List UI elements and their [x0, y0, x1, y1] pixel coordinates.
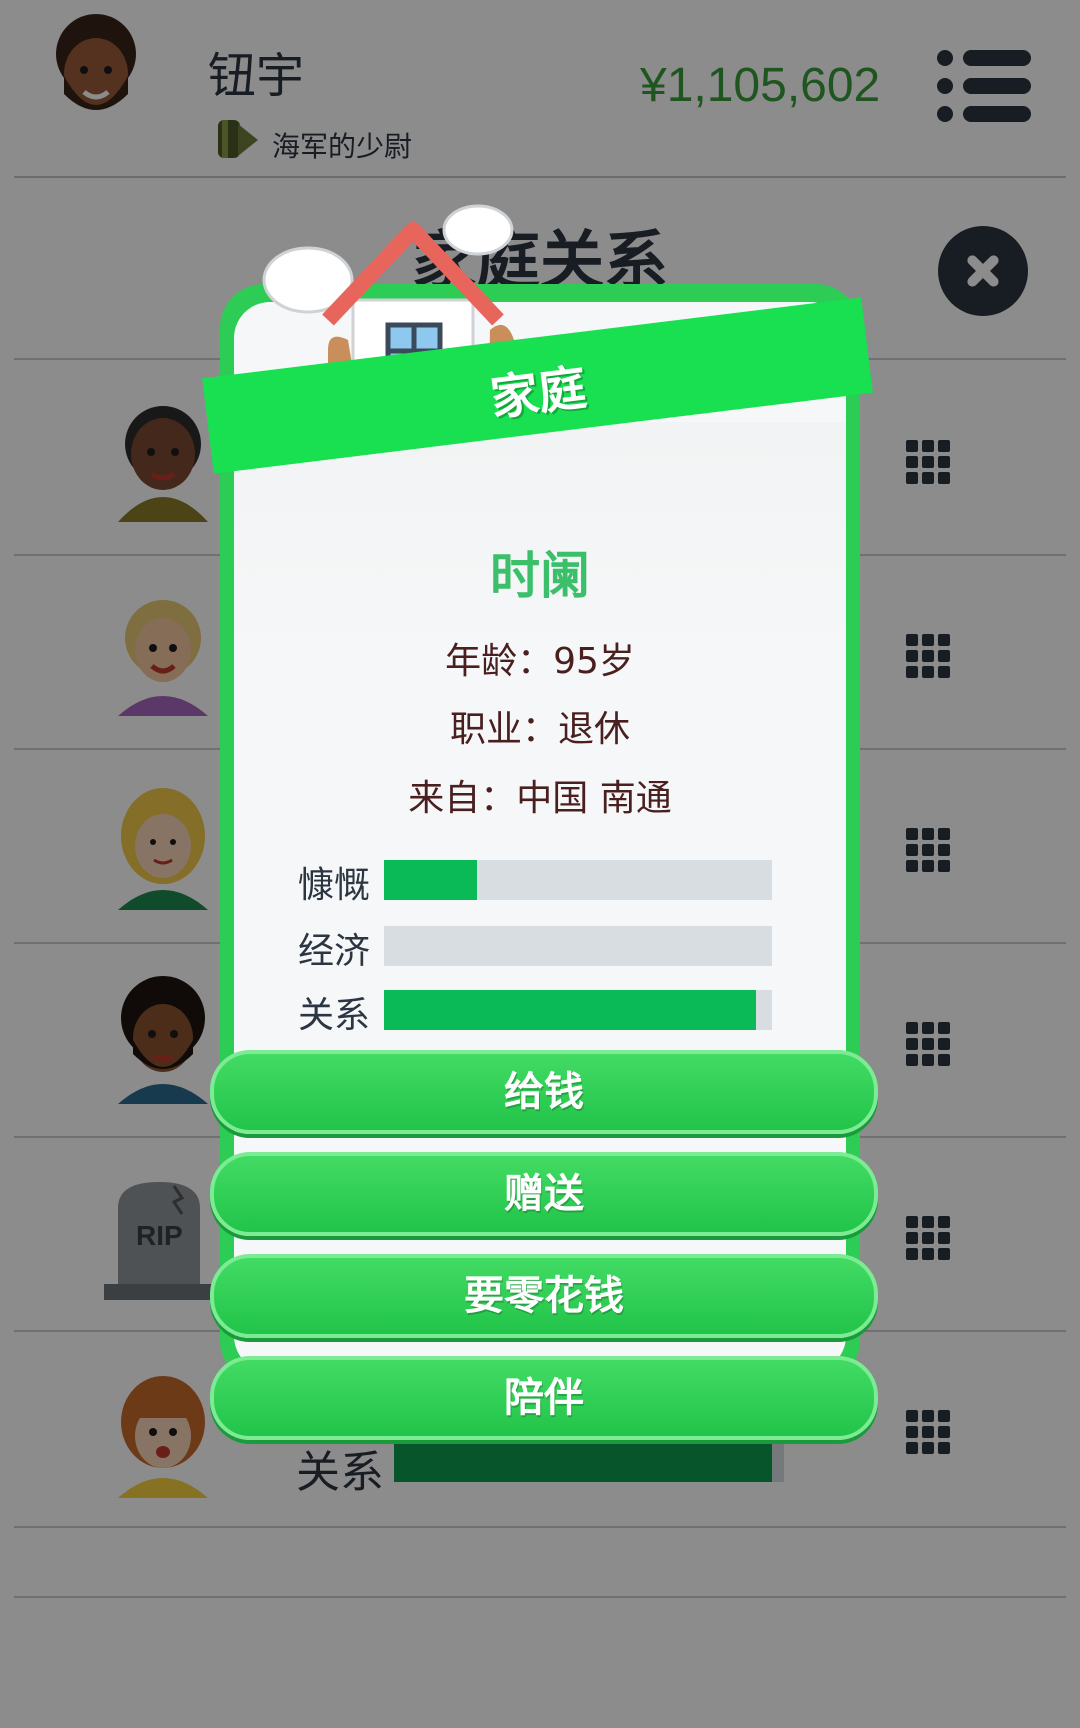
stat-bar-generosity [384, 860, 772, 900]
person-name: 时阑 [490, 547, 590, 605]
stat-label-generosity: 慷慨 [298, 865, 371, 906]
stat-label-finance: 经济 [298, 931, 371, 972]
accompany-button[interactable]: 陪伴 [210, 1356, 878, 1440]
stat-label-relationship: 关系 [298, 995, 371, 1036]
stat-fill-generosity [384, 860, 478, 900]
person-job: 职业：退休 [449, 709, 630, 750]
stat-fill-relationship [384, 990, 757, 1030]
give-money-button[interactable]: 给钱 [210, 1050, 878, 1134]
stat-bar-finance [384, 926, 772, 966]
person-age: 年龄：95岁 [445, 641, 635, 682]
stat-bar-relationship [384, 990, 772, 1030]
person-origin: 来自：中国 南通 [408, 778, 672, 819]
gift-button[interactable]: 赠送 [210, 1152, 878, 1236]
ask-pocket-money-button[interactable]: 要零花钱 [210, 1254, 878, 1338]
